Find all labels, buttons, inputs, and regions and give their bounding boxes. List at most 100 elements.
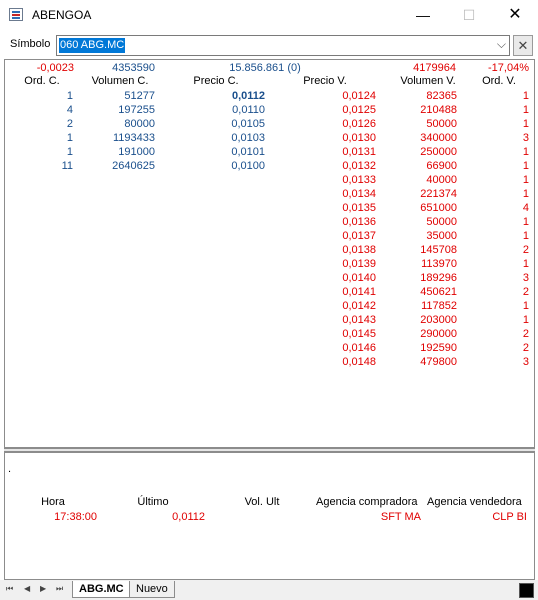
ask-price: 0,0131: [342, 146, 376, 158]
summary-turnover: 15.856.861 (0): [229, 62, 301, 74]
tab-nuevo[interactable]: Nuevo: [129, 581, 175, 598]
ask-price: 0,0135: [342, 202, 376, 214]
symbol-value[interactable]: 060 ABG.MC: [59, 38, 126, 53]
trade-seller: CLP BI: [492, 511, 527, 523]
header-vol-c: Volumen C.: [91, 75, 149, 87]
ask-row[interactable]: 0,0138 145708 2: [5, 244, 534, 258]
close-button[interactable]: ✕: [492, 0, 538, 30]
ask-volume: 82365: [426, 90, 457, 102]
header-price-v: Precio V.: [303, 75, 347, 87]
ask-price: 0,0130: [342, 132, 376, 144]
ask-volume: 479800: [420, 356, 457, 368]
ask-orders: 3: [522, 272, 529, 284]
ask-volume: 450621: [420, 286, 457, 298]
ask-row[interactable]: 0,0142 117852 1: [5, 300, 534, 314]
ask-row[interactable]: 0,0132 66900 1: [5, 160, 534, 174]
header-ord-c: Ord. C.: [24, 75, 60, 87]
symbol-bar: Símbolo 060 ABG.MC ⌵ ✕: [0, 33, 538, 59]
ask-volume: 651000: [420, 202, 457, 214]
trade-row[interactable]: 17:38:00 0,0112 SFT MA CLP BI: [5, 511, 534, 525]
ask-price: 0,0139: [342, 258, 376, 270]
ask-row[interactable]: 0,0140 189296 3: [5, 272, 534, 286]
ask-row[interactable]: 0,0131 250000 1: [5, 146, 534, 160]
window-title: ABENGOA: [32, 8, 92, 22]
message-line: .: [8, 463, 12, 475]
sheet-tab-bar: ⏮ ◀ ▶ ⏭ ABG.MC Nuevo: [0, 580, 538, 600]
maximize-button[interactable]: ☐: [446, 0, 492, 30]
ask-price: 0,0134: [342, 188, 376, 200]
ask-row[interactable]: 0,0136 50000 1: [5, 216, 534, 230]
ask-volume: 66900: [426, 160, 457, 172]
ask-price: 0,0136: [342, 216, 376, 228]
minimize-button[interactable]: —: [400, 0, 446, 30]
tab-abg-mc[interactable]: ABG.MC: [72, 581, 131, 598]
ask-orders: 2: [522, 342, 529, 354]
ask-row[interactable]: 0,0125 210488 1: [5, 104, 534, 118]
ask-price: 0,0142: [342, 300, 376, 312]
ask-volume: 189296: [420, 272, 457, 284]
ask-row[interactable]: 0,0145 290000 2: [5, 328, 534, 342]
chevron-down-icon[interactable]: ⌵: [497, 37, 506, 52]
header-last: Último: [137, 496, 169, 508]
summary-pct: -17,04%: [488, 62, 529, 74]
ask-orders: 1: [522, 146, 529, 158]
ask-price: 0,0143: [342, 314, 376, 326]
next-sheet-icon[interactable]: ▶: [40, 584, 46, 593]
summary-change: -0,0023: [36, 62, 74, 74]
ask-volume: 210488: [420, 104, 457, 116]
header-seller: Agencia vendedora: [427, 496, 522, 508]
ask-row[interactable]: 0,0134 221374 1: [5, 188, 534, 202]
header-price-c: Precio C.: [193, 75, 239, 87]
ask-volume: 50000: [426, 216, 457, 228]
ask-orders: 2: [522, 328, 529, 340]
header-time: Hora: [41, 496, 65, 508]
ask-volume: 113970: [421, 258, 457, 270]
ask-price: 0,0148: [342, 356, 376, 368]
ask-orders: 4: [522, 202, 529, 214]
ask-price: 0,0133: [342, 174, 376, 186]
clear-symbol-button[interactable]: ✕: [513, 35, 533, 56]
ask-orders: 2: [522, 244, 529, 256]
ask-row[interactable]: 0,0124 82365 1: [5, 90, 534, 104]
ask-row[interactable]: 0,0139 113970 1: [5, 258, 534, 272]
ask-row[interactable]: 0,0143 203000 1: [5, 314, 534, 328]
ask-row[interactable]: 0,0135 651000 4: [5, 202, 534, 216]
ask-orders: 1: [522, 90, 529, 102]
ask-volume: 40000: [426, 174, 457, 186]
ask-volume: 250000: [420, 146, 457, 158]
ask-row[interactable]: 0,0148 479800 3: [5, 356, 534, 370]
status-indicator: [519, 583, 534, 598]
ask-row[interactable]: 0,0141 450621 2: [5, 286, 534, 300]
ask-volume: 340000: [420, 132, 457, 144]
ask-orders: 1: [522, 216, 529, 228]
previous-sheet-icon[interactable]: ◀: [24, 584, 30, 593]
ask-price: 0,0126: [342, 118, 376, 130]
ask-row[interactable]: 0,0146 192590 2: [5, 342, 534, 356]
ask-volume: 221374: [420, 188, 457, 200]
symbol-label: Símbolo: [10, 38, 51, 50]
ask-volume: 203000: [420, 314, 457, 326]
symbol-combobox[interactable]: 060 ABG.MC ⌵: [56, 35, 510, 56]
ask-row[interactable]: 0,0137 35000 1: [5, 230, 534, 244]
trade-time: 17:38:00: [54, 511, 97, 523]
ask-row[interactable]: 0,0130 340000 3: [5, 132, 534, 146]
ask-orders: 1: [522, 104, 529, 116]
app-icon: [9, 8, 23, 21]
ask-volume: 145708: [420, 244, 457, 256]
ask-row[interactable]: 0,0126 50000 1: [5, 118, 534, 132]
trade-buyer: SFT MA: [380, 511, 421, 523]
ask-price: 0,0137: [342, 230, 376, 242]
first-sheet-icon[interactable]: ⏮: [6, 584, 13, 594]
header-buyer: Agencia compradora: [316, 496, 418, 508]
order-book-panel[interactable]: -0,0023 4353590 15.856.861 (0) 4179964 -…: [4, 59, 535, 448]
header-vol-last: Vol. Ult: [244, 496, 280, 508]
ask-orders: 1: [522, 300, 529, 312]
ask-orders: 1: [522, 118, 529, 130]
ask-volume: 35000: [426, 230, 457, 242]
ask-volume: 50000: [426, 118, 457, 130]
ask-row[interactable]: 0,0133 40000 1: [5, 174, 534, 188]
trades-panel[interactable]: . Hora Último Vol. Ult Agencia comprador…: [4, 452, 535, 580]
trade-last: 0,0112: [172, 511, 205, 523]
last-sheet-icon[interactable]: ⏭: [56, 584, 63, 594]
ask-orders: 1: [522, 230, 529, 242]
